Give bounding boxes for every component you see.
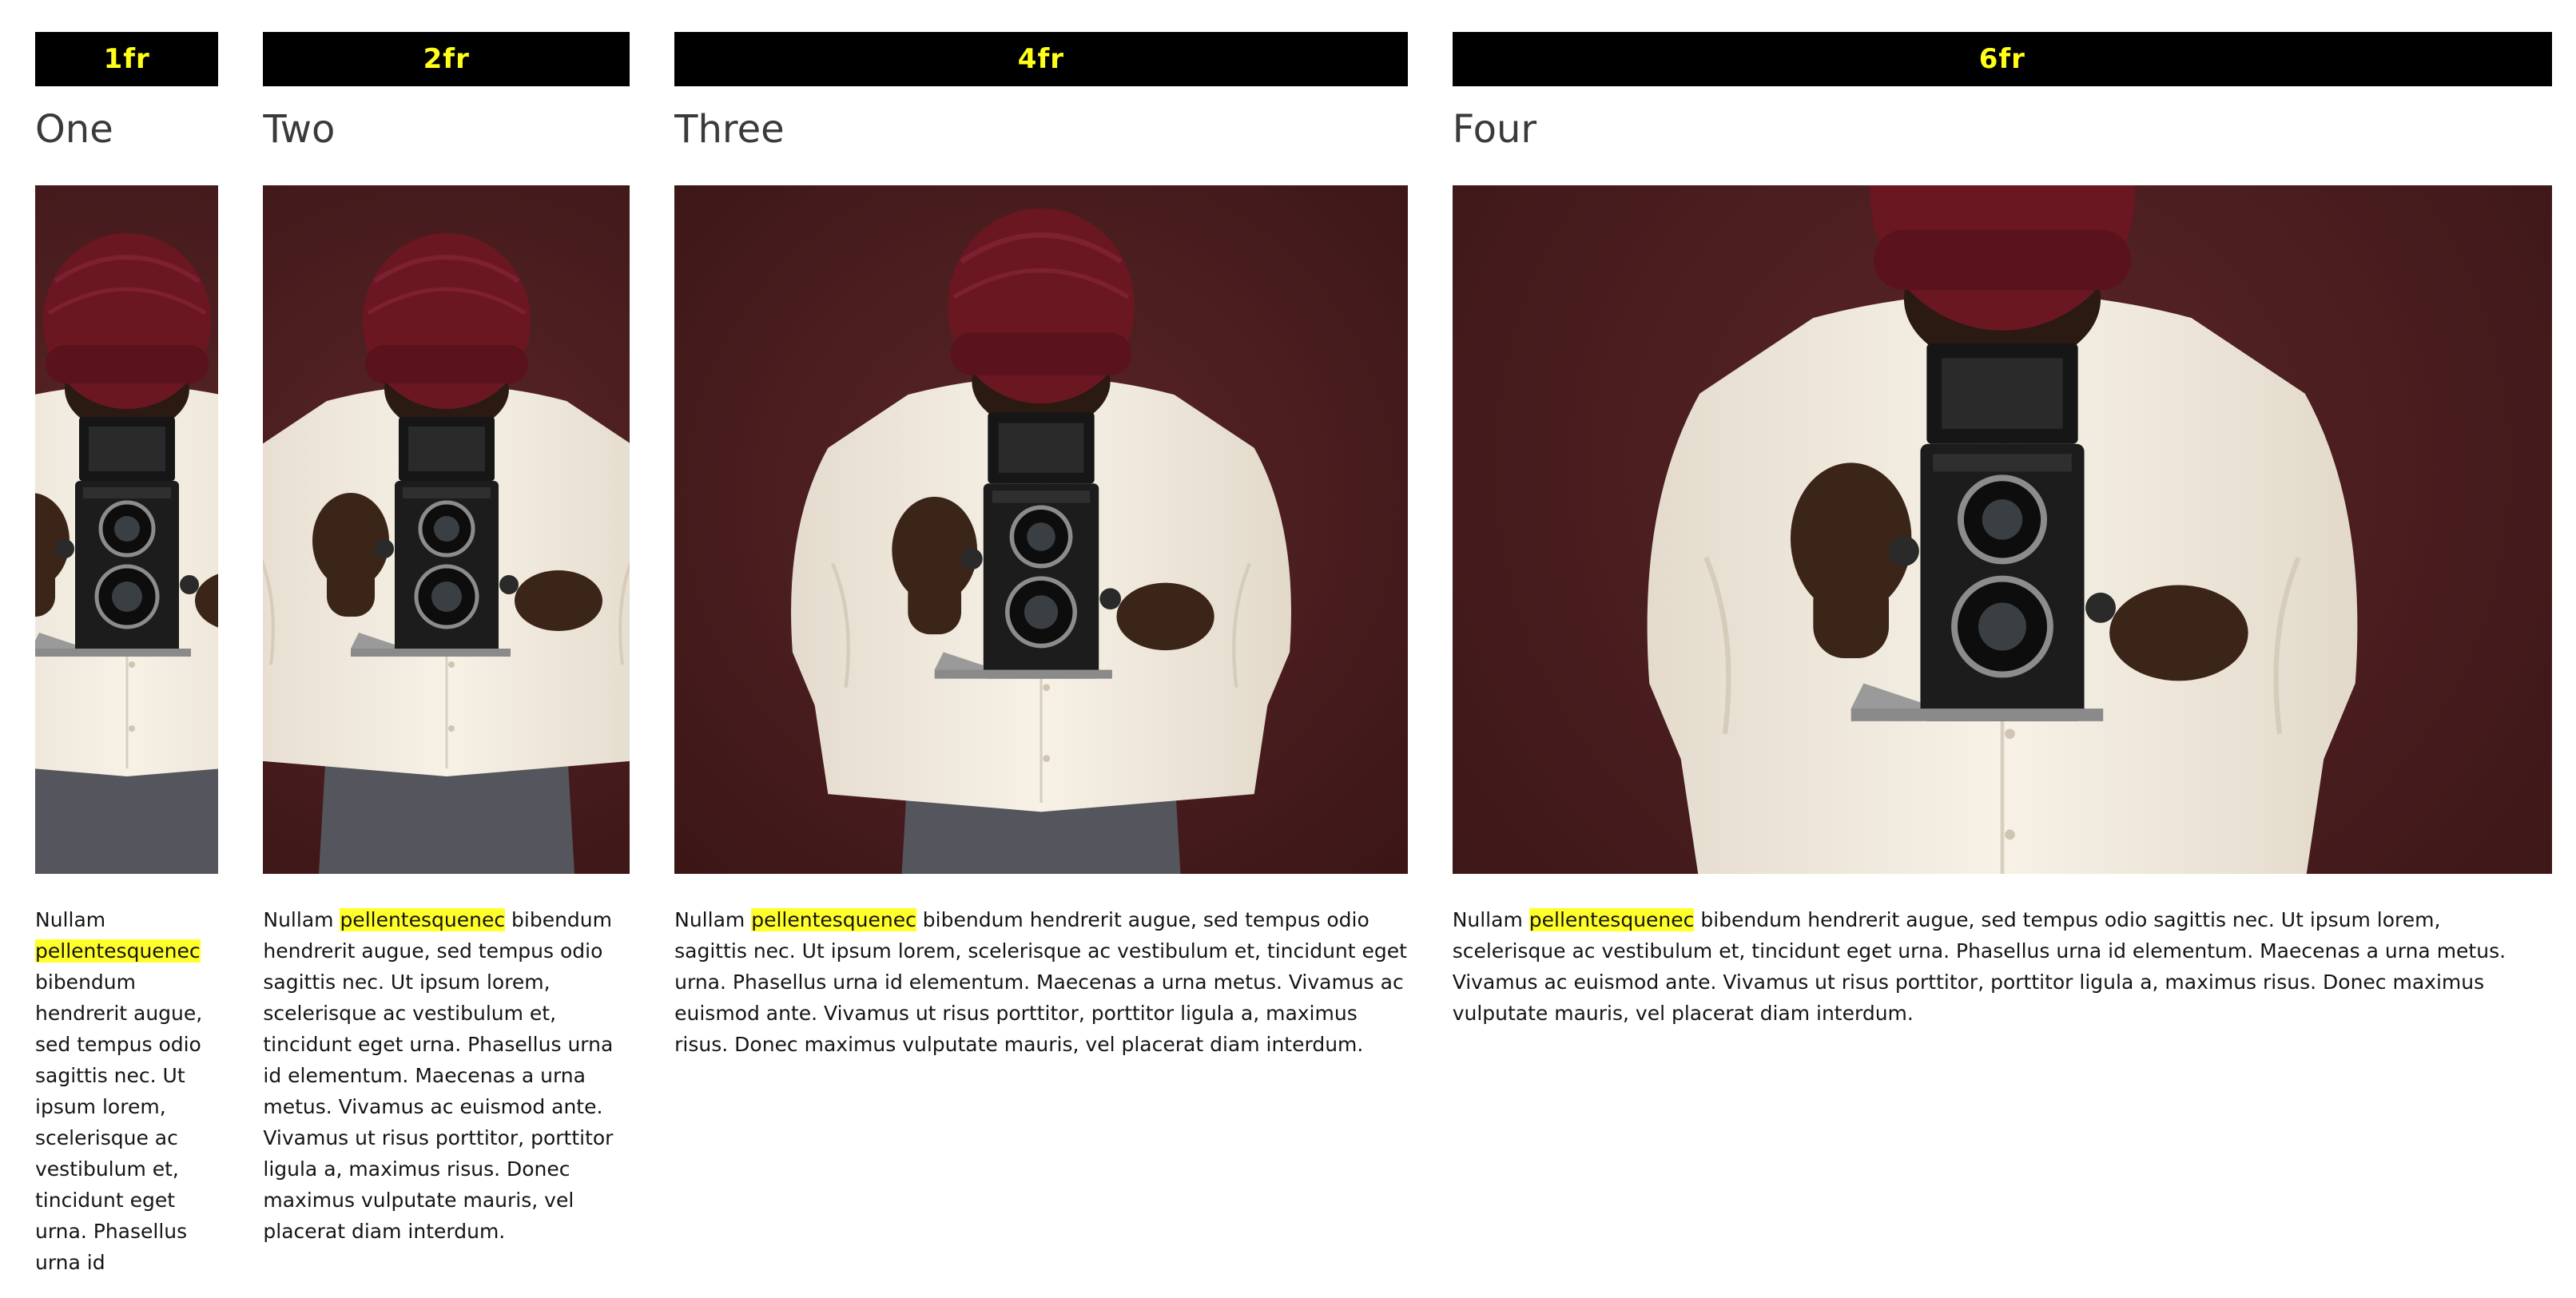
highlighted-word: pellentesquenec bbox=[35, 939, 201, 963]
photographer-illustration bbox=[1453, 185, 2552, 874]
column-title: Two bbox=[263, 107, 336, 152]
fr-size-label: 4fr bbox=[674, 32, 1408, 86]
photographer-image bbox=[674, 185, 1408, 874]
column-caption: Nullam pellentesquenec bibendum hendreri… bbox=[674, 908, 1407, 1056]
grid-column-two: 2fr Two Nullam pellentesquenec bibendum … bbox=[263, 32, 630, 1298]
column-title: Four bbox=[1452, 107, 1537, 152]
css-grid-demo: 1fr One Nullam pellentesquenec bibendum … bbox=[35, 32, 2552, 1298]
grid-column-three: 4fr Three Nullam pellentesquenec bibendu… bbox=[674, 32, 1408, 1298]
photographer-illustration bbox=[674, 185, 1408, 874]
column-caption: Nullam pellentesquenec bibendum hendreri… bbox=[263, 908, 614, 1243]
column-caption: Nullam pellentesquenec bibendum hendreri… bbox=[1452, 908, 2506, 1025]
grid-column-one: 1fr One Nullam pellentesquenec bibendum … bbox=[35, 32, 219, 1298]
fr-size-label: 2fr bbox=[263, 32, 630, 86]
photographer-image bbox=[263, 185, 630, 874]
fr-size-label: 1fr bbox=[35, 32, 219, 86]
photographer-image bbox=[35, 185, 219, 874]
column-title: One bbox=[35, 107, 113, 152]
grid-column-four: 6fr Four Nullam pellentesquenec bibendum… bbox=[1452, 32, 2552, 1298]
photographer-illustration bbox=[263, 185, 630, 874]
photographer-image bbox=[1452, 185, 2552, 874]
highlighted-word: pellentesquenec bbox=[1529, 908, 1695, 931]
highlighted-word: pellentesquenec bbox=[340, 908, 506, 931]
photographer-illustration bbox=[35, 185, 218, 874]
column-caption: Nullam pellentesquenec bibendum hendreri… bbox=[35, 908, 203, 1274]
fr-size-label: 6fr bbox=[1452, 32, 2552, 86]
column-title: Three bbox=[674, 107, 785, 152]
highlighted-word: pellentesquenec bbox=[751, 908, 916, 931]
